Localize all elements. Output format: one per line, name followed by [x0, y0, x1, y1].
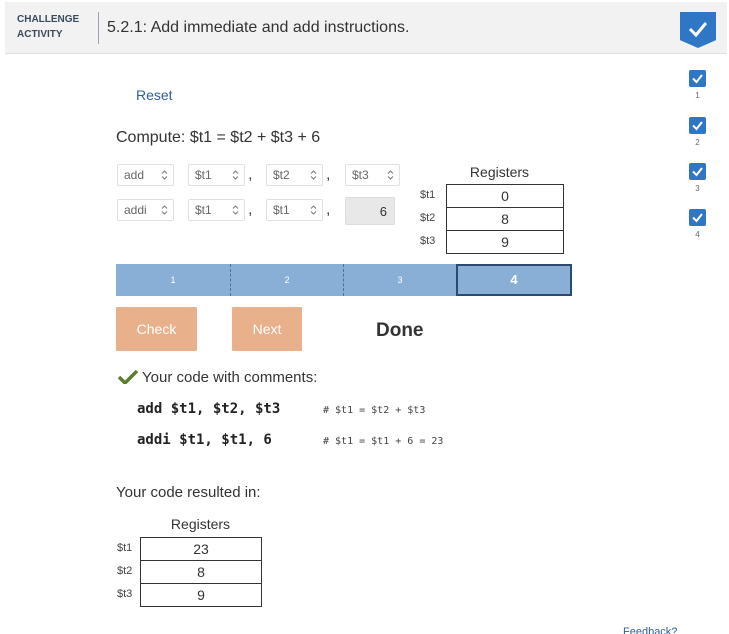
register-label: $t1: [420, 189, 436, 201]
register-value-cell: 9: [446, 230, 564, 254]
result-heading-text: Your code with comments:: [142, 369, 318, 386]
register-select-1b[interactable]: $t2: [266, 164, 323, 186]
comma-separator: ,: [248, 166, 253, 183]
code-line-1: add $t1, $t2, $t3: [137, 401, 281, 417]
select-arrows-icon: [232, 170, 239, 180]
select-arrows-icon: [161, 205, 168, 215]
opcode-value: add: [124, 168, 145, 182]
result-register-value-cell: 8: [140, 560, 262, 584]
activity-header: CHALLENGE ACTIVITY 5.2.1: Add immediate …: [5, 2, 727, 54]
result-register-value-cell: 23: [140, 537, 262, 561]
register-value: $t3: [352, 168, 369, 182]
register-label: $t3: [420, 235, 436, 247]
register-label: $t2: [420, 212, 436, 224]
opcode-select-2[interactable]: addi: [117, 199, 174, 221]
progress-step-4[interactable]: 4: [456, 264, 572, 296]
activity-title: 5.2.1: Add immediate and add instruction…: [107, 19, 410, 36]
code-line-2: addi $t1, $t1, 6: [137, 432, 272, 448]
level-indicator-4[interactable]: 4: [689, 209, 709, 239]
comma-separator: ,: [326, 166, 331, 183]
challenge-activity-badge: CHALLENGE ACTIVITY: [17, 12, 87, 42]
immediate-input[interactable]: 6: [345, 197, 395, 225]
check-icon: [689, 117, 706, 134]
register-value-cell: 8: [446, 207, 564, 231]
comma-separator: ,: [326, 201, 331, 218]
progress-step-2[interactable]: 2: [231, 264, 344, 296]
code-comment-1: # $t1 = $t2 + $t3: [323, 405, 426, 416]
checkmark-icon: [117, 369, 139, 386]
register-select-1a[interactable]: $t1: [188, 164, 245, 186]
level-number: 3: [695, 184, 700, 193]
level-indicator-2[interactable]: 2: [689, 117, 709, 147]
register-select-2b[interactable]: $t1: [266, 199, 323, 221]
register-select-2a[interactable]: $t1: [188, 199, 245, 221]
registers-title: Registers: [469, 164, 530, 180]
comma-separator: ,: [248, 201, 253, 218]
opcode-value: addi: [124, 203, 147, 217]
next-button[interactable]: Next: [232, 307, 302, 351]
reset-link[interactable]: Reset: [136, 87, 173, 103]
progress-step-3[interactable]: 3: [344, 264, 456, 296]
select-arrows-icon: [310, 205, 317, 215]
level-indicator-3[interactable]: 3: [689, 163, 709, 193]
select-arrows-icon: [387, 170, 394, 180]
register-value: $t2: [273, 168, 290, 182]
register-label: $t2: [117, 565, 133, 577]
completion-check-icon: [680, 12, 716, 48]
resulted-heading: Your code resulted in:: [116, 484, 261, 501]
select-arrows-icon: [161, 170, 168, 180]
register-select-1c[interactable]: $t3: [345, 164, 400, 186]
compute-prompt: Compute: $t1 = $t2 + $t3 + 6: [116, 129, 321, 146]
level-number: 2: [695, 138, 700, 147]
select-arrows-icon: [232, 205, 239, 215]
opcode-select-1[interactable]: add: [117, 164, 174, 186]
register-label: $t3: [117, 588, 133, 600]
level-indicator-1[interactable]: 1: [689, 70, 709, 100]
register-value-cell: 0: [446, 184, 564, 208]
check-icon: [689, 70, 706, 87]
done-label: Done: [376, 320, 424, 341]
level-number: 1: [695, 91, 700, 100]
result-registers-title: Registers: [170, 516, 231, 532]
register-value: $t1: [195, 168, 212, 182]
challenge-activity-page: CHALLENGE ACTIVITY 5.2.1: Add immediate …: [0, 0, 729, 634]
register-value: $t1: [273, 203, 290, 217]
check-button[interactable]: Check: [116, 307, 197, 351]
register-value: $t1: [195, 203, 212, 217]
level-number: 4: [695, 230, 700, 239]
result-heading: Your code with comments:: [117, 369, 318, 386]
check-icon: [689, 163, 706, 180]
header-divider: [98, 12, 99, 44]
code-comment-2: # $t1 = $t1 + 6 = 23: [323, 436, 444, 447]
check-icon: [689, 209, 706, 226]
badge-line-2: ACTIVITY: [17, 29, 63, 40]
badge-line-1: CHALLENGE: [17, 14, 80, 25]
select-arrows-icon: [310, 170, 317, 180]
feedback-link[interactable]: Feedback?: [623, 626, 677, 634]
register-label: $t1: [117, 542, 133, 554]
result-register-value-cell: 9: [140, 583, 262, 607]
progress-step-1[interactable]: 1: [116, 264, 231, 296]
